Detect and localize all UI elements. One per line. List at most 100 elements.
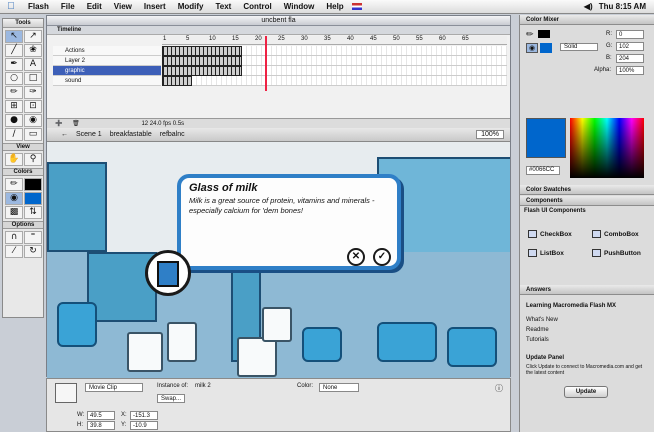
ruler-tick: 10 xyxy=(209,36,216,42)
width-field[interactable]: 49.5 xyxy=(87,411,115,420)
fill-style-select[interactable]: Solid xyxy=(560,43,598,51)
x-field[interactable]: -151.3 xyxy=(130,411,158,420)
milk-carton-icon[interactable] xyxy=(145,250,191,296)
blue-field[interactable]: 204 xyxy=(616,54,644,63)
help-icon[interactable]: ⓘ xyxy=(495,383,503,394)
pushbutton-component[interactable]: PushButton xyxy=(592,249,641,257)
layer-row[interactable]: Actions xyxy=(53,46,161,56)
fill-swatch[interactable] xyxy=(540,43,552,53)
subselect-tool-icon[interactable]: ↗ xyxy=(24,30,42,43)
fill-transform-tool-icon[interactable]: ⊡ xyxy=(24,100,42,113)
ruler-tick: 60 xyxy=(439,36,446,42)
eraser-tool-icon[interactable]: ▭ xyxy=(24,128,42,141)
straighten-option-icon[interactable]: ⁄ xyxy=(5,245,23,258)
ink-bottle-tool-icon[interactable]: ● xyxy=(5,114,23,127)
speaker-icon[interactable]: ◀) xyxy=(584,2,593,11)
frame-track[interactable] xyxy=(162,76,507,86)
swap-button[interactable]: Swap... xyxy=(157,394,185,403)
delete-layer-icon[interactable]: 🗑 xyxy=(64,121,80,127)
answers-link[interactable]: What's New xyxy=(526,317,558,323)
update-button[interactable]: Update xyxy=(564,386,608,398)
height-field[interactable]: 39.8 xyxy=(87,421,115,430)
answers-link[interactable]: Tutorials xyxy=(526,337,549,343)
y-field[interactable]: -10.9 xyxy=(130,421,158,430)
hex-field[interactable]: #0066CC xyxy=(526,166,560,175)
menubar-clock[interactable]: Thu 8:15 AM xyxy=(599,2,646,11)
pen-tool-icon[interactable]: ✒ xyxy=(5,58,23,71)
frame-track[interactable] xyxy=(162,56,507,66)
frame-track[interactable] xyxy=(162,46,507,56)
menu-edit[interactable]: Edit xyxy=(81,2,108,11)
playhead[interactable] xyxy=(265,36,267,91)
eyedropper-tool-icon[interactable]: ∕ xyxy=(5,128,23,141)
layer-row[interactable]: Layer 2 xyxy=(53,56,161,66)
green-field[interactable]: 102 xyxy=(616,42,644,51)
lasso-tool-icon[interactable]: ❀ xyxy=(24,44,42,57)
scene-breadcrumb[interactable]: Scene 1 xyxy=(76,131,102,138)
frame-ruler[interactable]: 1 5 10 15 20 25 30 35 40 45 50 55 60 65 xyxy=(162,36,507,45)
components-group-select[interactable]: Flash UI Components xyxy=(524,208,586,214)
timeline-header[interactable]: Timeline xyxy=(47,26,510,35)
combobox-component[interactable]: ComboBox xyxy=(592,230,639,238)
paint-bucket-tool-icon[interactable]: ◉ xyxy=(24,114,42,127)
close-icon[interactable]: ✕ xyxy=(347,248,365,266)
answers-link[interactable]: Readme xyxy=(526,327,549,333)
zoom-select[interactable]: 100% xyxy=(476,130,504,139)
default-colors-icon[interactable]: ▩ xyxy=(5,206,23,219)
text-tool-icon[interactable]: A xyxy=(24,58,42,71)
arrow-tool-icon[interactable]: ↖ xyxy=(5,30,23,43)
swap-colors-icon[interactable]: ⇅ xyxy=(24,206,42,219)
answers-header[interactable]: Answers xyxy=(520,285,654,295)
ruler-tick: 55 xyxy=(416,36,423,42)
frame-track[interactable] xyxy=(162,66,507,76)
brush-tool-icon[interactable]: ✑ xyxy=(24,86,42,99)
color-effect-select[interactable]: None xyxy=(319,383,359,392)
apple-menu-icon[interactable]:  xyxy=(0,1,22,12)
fill-color-icon[interactable]: ◉ xyxy=(5,192,23,205)
color-mixer-header[interactable]: Color Mixer xyxy=(520,15,654,25)
stroke-swatch[interactable] xyxy=(538,30,550,38)
checkbox-component[interactable]: CheckBox xyxy=(528,230,572,238)
stroke-color-icon[interactable]: ✏ xyxy=(526,29,534,40)
menu-view[interactable]: View xyxy=(108,2,138,11)
color-spectrum[interactable] xyxy=(570,118,644,178)
components-header[interactable]: Components xyxy=(520,196,654,206)
snap-magnet-icon[interactable]: ∩ xyxy=(5,231,23,244)
free-transform-tool-icon[interactable]: ⊞ xyxy=(5,100,23,113)
color-swatches-header[interactable]: Color Swatches xyxy=(520,185,654,195)
listbox-component[interactable]: ListBox xyxy=(528,249,564,257)
hand-tool-icon[interactable]: ✋ xyxy=(5,153,23,166)
ruler-tick: 35 xyxy=(324,36,331,42)
line-tool-icon[interactable]: ╱ xyxy=(5,44,23,57)
layer-row[interactable]: graphic xyxy=(53,66,161,76)
menu-flash[interactable]: Flash xyxy=(22,2,55,11)
symbol-breadcrumb[interactable]: breakfastable xyxy=(110,131,152,138)
menu-help[interactable]: Help xyxy=(320,2,349,11)
zoom-tool-icon[interactable]: ⚲ xyxy=(24,153,42,166)
stage[interactable]: Glass of milk Milk is a great source of … xyxy=(47,142,510,378)
flag-icon[interactable] xyxy=(351,3,362,10)
fill-swatch[interactable] xyxy=(24,192,42,205)
menu-text[interactable]: Text xyxy=(209,2,237,11)
symbol-breadcrumb[interactable]: refbalnc xyxy=(160,131,185,138)
oval-tool-icon[interactable]: ○ xyxy=(5,72,23,85)
alpha-field[interactable]: 100% xyxy=(616,66,644,75)
stroke-swatch[interactable] xyxy=(24,178,42,191)
menu-modify[interactable]: Modify xyxy=(172,2,210,11)
add-layer-icon[interactable]: ➕ xyxy=(47,121,62,127)
pencil-tool-icon[interactable]: ✏ xyxy=(5,86,23,99)
stroke-color-icon[interactable]: ✏ xyxy=(5,178,23,191)
menu-file[interactable]: File xyxy=(55,2,81,11)
checkmark-icon[interactable]: ✓ xyxy=(373,248,391,266)
rotate-option-icon[interactable]: ↻ xyxy=(24,245,42,258)
menu-insert[interactable]: Insert xyxy=(138,2,172,11)
smooth-option-icon[interactable]: ⁼ xyxy=(24,231,42,244)
menu-control[interactable]: Control xyxy=(237,2,277,11)
back-arrow-icon[interactable]: ← xyxy=(61,131,68,138)
symbol-behavior-select[interactable]: Movie Clip xyxy=(85,383,143,392)
layer-row[interactable]: sound xyxy=(53,76,161,86)
menu-window[interactable]: Window xyxy=(278,2,321,11)
rectangle-tool-icon[interactable]: □ xyxy=(24,72,42,85)
fill-color-icon[interactable]: ◉ xyxy=(526,43,538,53)
red-field[interactable]: 0 xyxy=(616,30,644,39)
